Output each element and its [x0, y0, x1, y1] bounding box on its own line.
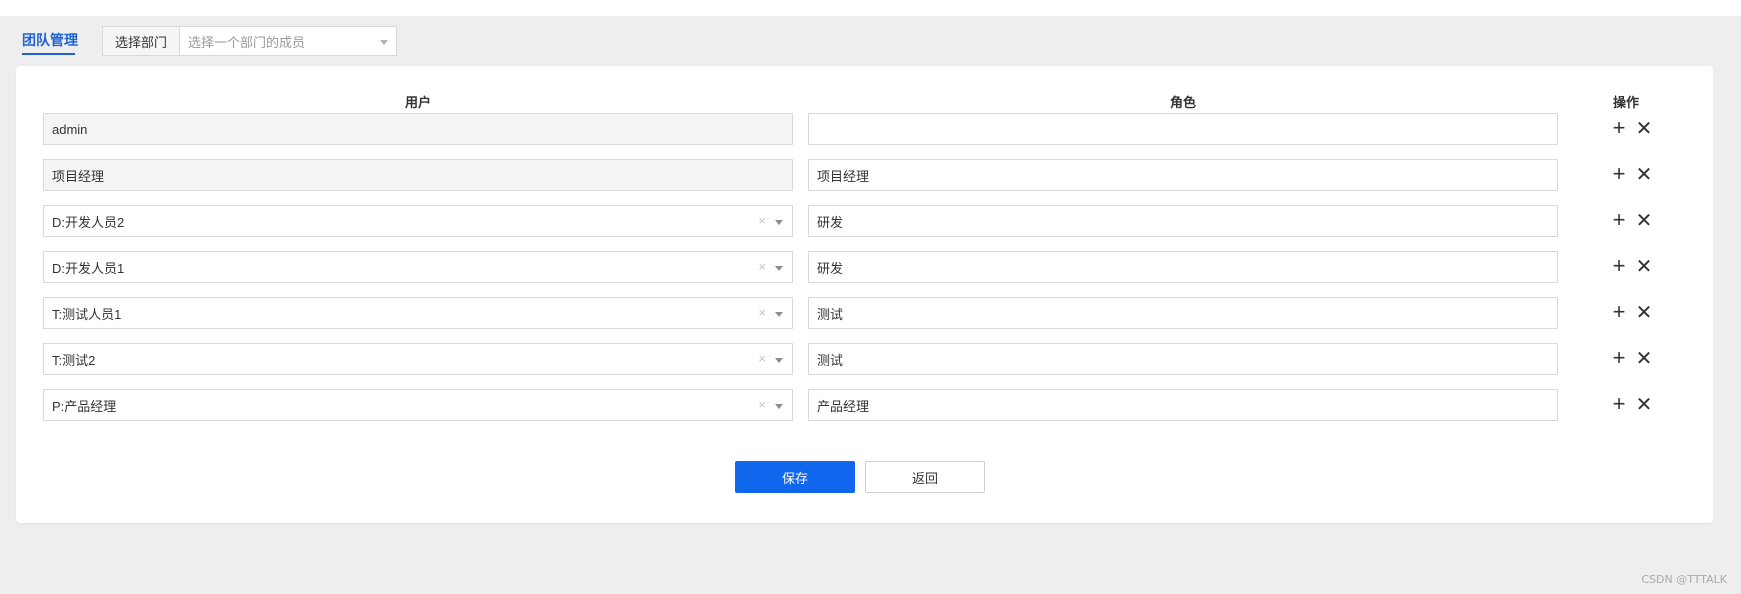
plus-icon[interactable]: + — [1609, 299, 1629, 324]
user-select[interactable]: D:开发人员2 × — [43, 205, 793, 237]
chevron-down-icon[interactable] — [380, 40, 388, 45]
role-input[interactable] — [808, 113, 1558, 145]
role-value: 测试 — [817, 352, 844, 368]
column-header-operation: 操作 — [1612, 95, 1639, 110]
role-input[interactable]: 研发 — [808, 251, 1558, 283]
close-icon[interactable]: ✕ — [1634, 163, 1654, 186]
clear-icon[interactable]: × — [758, 214, 766, 228]
chevron-down-icon[interactable] — [775, 404, 783, 409]
role-value: 测试 — [817, 306, 844, 322]
role-input[interactable]: 测试 — [808, 297, 1558, 329]
role-input[interactable]: 项目经理 — [808, 159, 1558, 191]
user-value: P:产品经理 — [52, 398, 117, 414]
user-value: admin — [52, 121, 88, 137]
clear-icon[interactable]: × — [758, 352, 766, 366]
close-icon[interactable]: ✕ — [1634, 347, 1654, 370]
user-select[interactable]: D:开发人员1 × — [43, 251, 793, 283]
role-value: 研发 — [817, 214, 844, 230]
clear-icon[interactable]: × — [758, 306, 766, 320]
user-value: 项目经理 — [52, 168, 105, 184]
chevron-down-icon[interactable] — [775, 312, 783, 317]
plus-icon[interactable]: + — [1609, 115, 1629, 140]
plus-icon[interactable]: + — [1609, 207, 1629, 232]
role-value: 研发 — [817, 260, 844, 276]
plus-icon[interactable]: + — [1609, 253, 1629, 278]
chevron-down-icon[interactable] — [775, 266, 783, 271]
user-select[interactable]: T:测试2 × — [43, 343, 793, 375]
table-row: D:开发人员2 × 研发 + ✕ — [43, 205, 1693, 237]
clear-icon[interactable]: × — [758, 260, 766, 274]
department-select-placeholder: 选择一个部门的成员 — [188, 34, 306, 50]
table-row: T:测试2 × 测试 + ✕ — [43, 343, 1693, 375]
back-button[interactable]: 返回 — [865, 461, 985, 493]
user-value: D:开发人员2 — [52, 214, 125, 230]
clear-icon[interactable]: × — [758, 398, 766, 412]
close-icon[interactable]: ✕ — [1634, 255, 1654, 278]
user-value: T:测试2 — [52, 352, 96, 368]
user-field[interactable]: admin — [43, 113, 793, 145]
tab-active-underline — [22, 53, 75, 55]
department-select-label: 选择部门 — [103, 27, 180, 55]
team-members-card: 用户 角色 操作 admin + ✕ 项目经理 项目经理 + ✕ D:开发人员2 × 研发 + ✕ D:… — [16, 66, 1713, 523]
role-input[interactable]: 研发 — [808, 205, 1558, 237]
close-icon[interactable]: ✕ — [1634, 209, 1654, 232]
table-row: D:开发人员1 × 研发 + ✕ — [43, 251, 1693, 283]
plus-icon[interactable]: + — [1609, 345, 1629, 370]
watermark: CSDN @TTTALK — [1641, 573, 1727, 586]
user-field[interactable]: 项目经理 — [43, 159, 793, 191]
user-value: D:开发人员1 — [52, 260, 125, 276]
department-select[interactable]: 选择部门 选择一个部门的成员 — [102, 26, 397, 56]
user-value: T:测试人员1 — [52, 306, 122, 322]
table-row: T:测试人员1 × 测试 + ✕ — [43, 297, 1693, 329]
table-row: P:产品经理 × 产品经理 + ✕ — [43, 389, 1693, 421]
table-row: 项目经理 项目经理 + ✕ — [43, 159, 1693, 191]
plus-icon[interactable]: + — [1609, 391, 1629, 416]
role-input[interactable]: 产品经理 — [808, 389, 1558, 421]
user-select[interactable]: P:产品经理 × — [43, 389, 793, 421]
top-strip — [0, 0, 1741, 16]
table-row: admin + ✕ — [43, 113, 1693, 145]
save-button[interactable]: 保存 — [735, 461, 855, 493]
user-select[interactable]: T:测试人员1 × — [43, 297, 793, 329]
close-icon[interactable]: ✕ — [1634, 117, 1654, 140]
role-input[interactable]: 测试 — [808, 343, 1558, 375]
tab-team-management[interactable]: 团队管理 — [22, 30, 78, 50]
role-value: 项目经理 — [817, 168, 870, 184]
chevron-down-icon[interactable] — [775, 358, 783, 363]
column-header-user: 用户 — [404, 95, 431, 110]
department-select-input[interactable]: 选择一个部门的成员 — [180, 27, 396, 55]
close-icon[interactable]: ✕ — [1634, 393, 1654, 416]
role-value: 产品经理 — [817, 398, 870, 414]
chevron-down-icon[interactable] — [775, 220, 783, 225]
plus-icon[interactable]: + — [1609, 161, 1629, 186]
column-header-role: 角色 — [1169, 95, 1196, 110]
close-icon[interactable]: ✕ — [1634, 301, 1654, 324]
